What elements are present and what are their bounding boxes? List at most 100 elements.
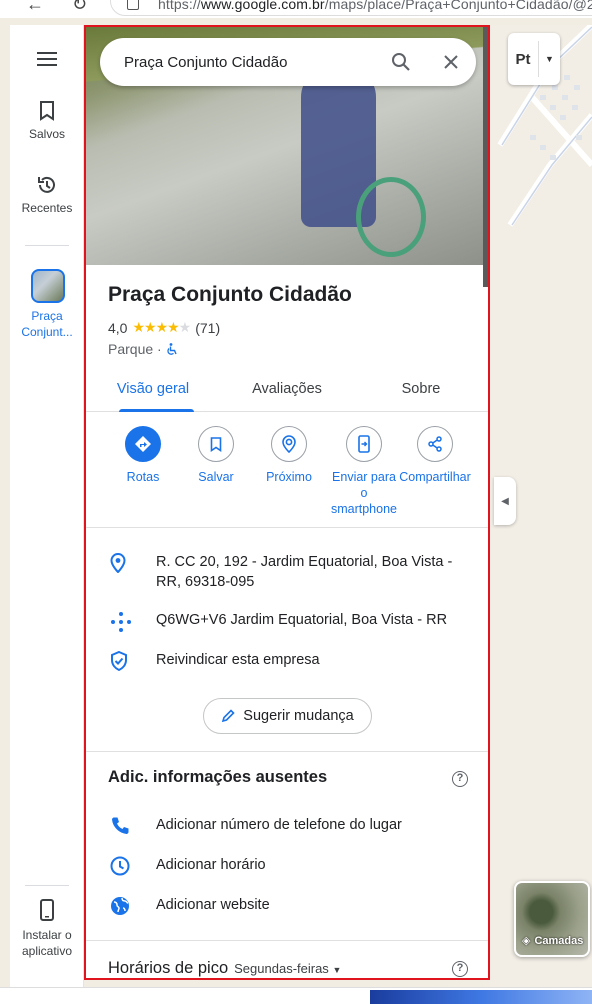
tab-overview[interactable]: Visão geral [86, 367, 220, 412]
day-selector[interactable]: Segundas-feiras ▼ [234, 961, 341, 976]
menu-icon [37, 52, 57, 66]
reload-icon[interactable]: ↻ [72, 0, 87, 15]
chevron-left-icon: ◀ [501, 495, 509, 507]
rating-value: 4,0 [108, 319, 128, 336]
popular-times-header: Horários de pico Segundas-feiras ▼ [108, 959, 341, 978]
rail-divider-bottom [25, 885, 69, 886]
nearby-label: Próximo [266, 470, 312, 484]
add-phone-row[interactable]: Adicionar número de telefone do lugar [108, 815, 402, 836]
recent-label: Recentes [21, 201, 73, 215]
search-box[interactable]: Praça Conjunto Cidadão [100, 38, 476, 86]
add-website-text: Adicionar website [156, 897, 270, 913]
tab-reviews[interactable]: Avaliações [220, 367, 354, 411]
tab-about[interactable]: Sobre [354, 367, 488, 411]
action-buttons: Rotas Salvar Próximo Enviar para o smart… [86, 426, 488, 528]
search-button[interactable] [376, 38, 426, 86]
caret-down-icon: ▼ [332, 965, 342, 975]
section-divider [86, 751, 488, 752]
share-button[interactable]: Compartilhar [397, 426, 473, 485]
layers-button[interactable]: ◈ Camadas [514, 881, 590, 957]
map-type-button[interactable]: Pt ▼ [508, 33, 560, 85]
star-icon: ★★★★ [132, 319, 179, 335]
search-icon [392, 53, 410, 71]
star-empty-icon: ★ [178, 319, 192, 335]
add-phone-text: Adicionar número de telefone do lugar [156, 817, 402, 833]
day-selector-label: Segundas-feiras [234, 961, 329, 976]
rail-divider [25, 245, 69, 246]
plus-code-icon [111, 612, 131, 632]
place-panel: Praça Conjunto Cidadão Praça Conjunto Ci… [84, 25, 490, 980]
install-label: Instalar o aplicativo [21, 928, 73, 958]
place-category[interactable]: Parque · [108, 341, 162, 357]
address-text: R. CC 20, 192 - Jardim Equatorial, Boa V… [156, 554, 453, 590]
nearby-button[interactable]: Próximo [251, 426, 327, 485]
layers-label: Camadas [534, 934, 584, 947]
save-button[interactable]: Salvar [178, 426, 254, 485]
history-icon [38, 176, 55, 193]
url-text[interactable]: https://www.google.com.br/maps/place/Pra… [158, 0, 592, 12]
place-title: Praça Conjunto Cidadão [108, 283, 352, 306]
send-to-phone-button[interactable]: Enviar para o smartphone [324, 426, 404, 517]
send-to-phone-label: Enviar para o smartphone [330, 470, 397, 516]
suggest-edit-button[interactable]: Sugerir mudança [203, 698, 372, 734]
photo-bicycle [356, 177, 426, 257]
left-rail: Salvos Recentes Praça Conjunt... Instala… [10, 25, 84, 987]
chevron-down-icon[interactable]: ▼ [538, 41, 560, 77]
help-icon[interactable]: ? [452, 771, 468, 787]
phone-call-icon [112, 817, 129, 834]
add-website-row[interactable]: Adicionar website [108, 895, 270, 916]
place-thumbnail[interactable] [31, 269, 65, 303]
saved-label: Salvos [28, 127, 66, 141]
add-hours-text: Adicionar horário [156, 857, 266, 873]
bookmark-icon [40, 101, 54, 121]
missing-info-title: Adic. informações ausentes [108, 768, 328, 786]
install-app-button[interactable]: Instalar o aplicativo [10, 899, 84, 959]
place-shortcut-label[interactable]: Praça Conjunt... [10, 308, 84, 340]
suggest-label: Sugerir mudança [243, 708, 354, 724]
popular-times-title: Horários de pico [108, 959, 229, 977]
review-count[interactable]: (71) [195, 320, 220, 336]
layers-icon: ◈ [522, 935, 531, 947]
clear-search-button[interactable] [426, 38, 476, 86]
address-row[interactable]: R. CC 20, 192 - Jardim Equatorial, Boa V… [108, 552, 478, 592]
map-type-label: Pt [515, 50, 531, 68]
plus-code-row[interactable]: Q6WG+V6 Jardim Equatorial, Boa Vista - R… [108, 610, 447, 633]
directions-button[interactable]: Rotas [105, 426, 181, 485]
help-icon[interactable]: ? [452, 961, 468, 977]
location-pin-icon [110, 553, 126, 573]
rating-row[interactable]: 4,0 ★★★★★ (71) [108, 319, 220, 336]
back-arrow-icon[interactable]: ← [26, 0, 44, 15]
verified-shield-icon [111, 651, 127, 671]
claim-business-row[interactable]: Reivindicar esta empresa [108, 650, 320, 671]
place-tabs: Visão geral Avaliações Sobre [86, 367, 488, 412]
plus-code-text: Q6WG+V6 Jardim Equatorial, Boa Vista - R… [156, 612, 448, 628]
claim-text: Reivindicar esta empresa [156, 652, 320, 668]
save-label: Salvar [198, 470, 234, 484]
nearby-icon [282, 435, 296, 453]
search-input[interactable]: Praça Conjunto Cidadão [100, 54, 376, 71]
bookmark-icon [210, 436, 222, 452]
wheelchair-icon [167, 342, 177, 355]
section-divider [86, 940, 488, 941]
close-icon [444, 55, 458, 69]
menu-button[interactable] [10, 51, 84, 73]
rating-stars: ★★★★★ [132, 319, 192, 336]
directions-icon [135, 436, 151, 452]
clock-icon [110, 856, 130, 876]
share-label: Compartilhar [399, 470, 471, 484]
add-hours-row[interactable]: Adicionar horário [108, 855, 266, 876]
phone-icon [40, 899, 54, 921]
panel-scrollbar[interactable] [483, 27, 488, 287]
saved-button[interactable]: Salvos [10, 101, 84, 141]
browser-address-bar: ← ↻ https://www.google.com.br/maps/place… [0, 0, 592, 18]
directions-label: Rotas [126, 470, 160, 484]
send-to-phone-icon [358, 435, 370, 453]
site-info-icon[interactable] [127, 0, 139, 10]
category-row: Parque · [108, 341, 178, 357]
globe-icon [111, 897, 129, 915]
recent-button[interactable]: Recentes [10, 175, 84, 215]
taskbar-fragment [370, 990, 592, 1004]
collapse-panel-button[interactable]: ◀ [494, 477, 516, 525]
share-icon [428, 436, 442, 452]
map-canvas[interactable]: Pt ▼ ◀ ◈ Camadas [490, 25, 592, 987]
